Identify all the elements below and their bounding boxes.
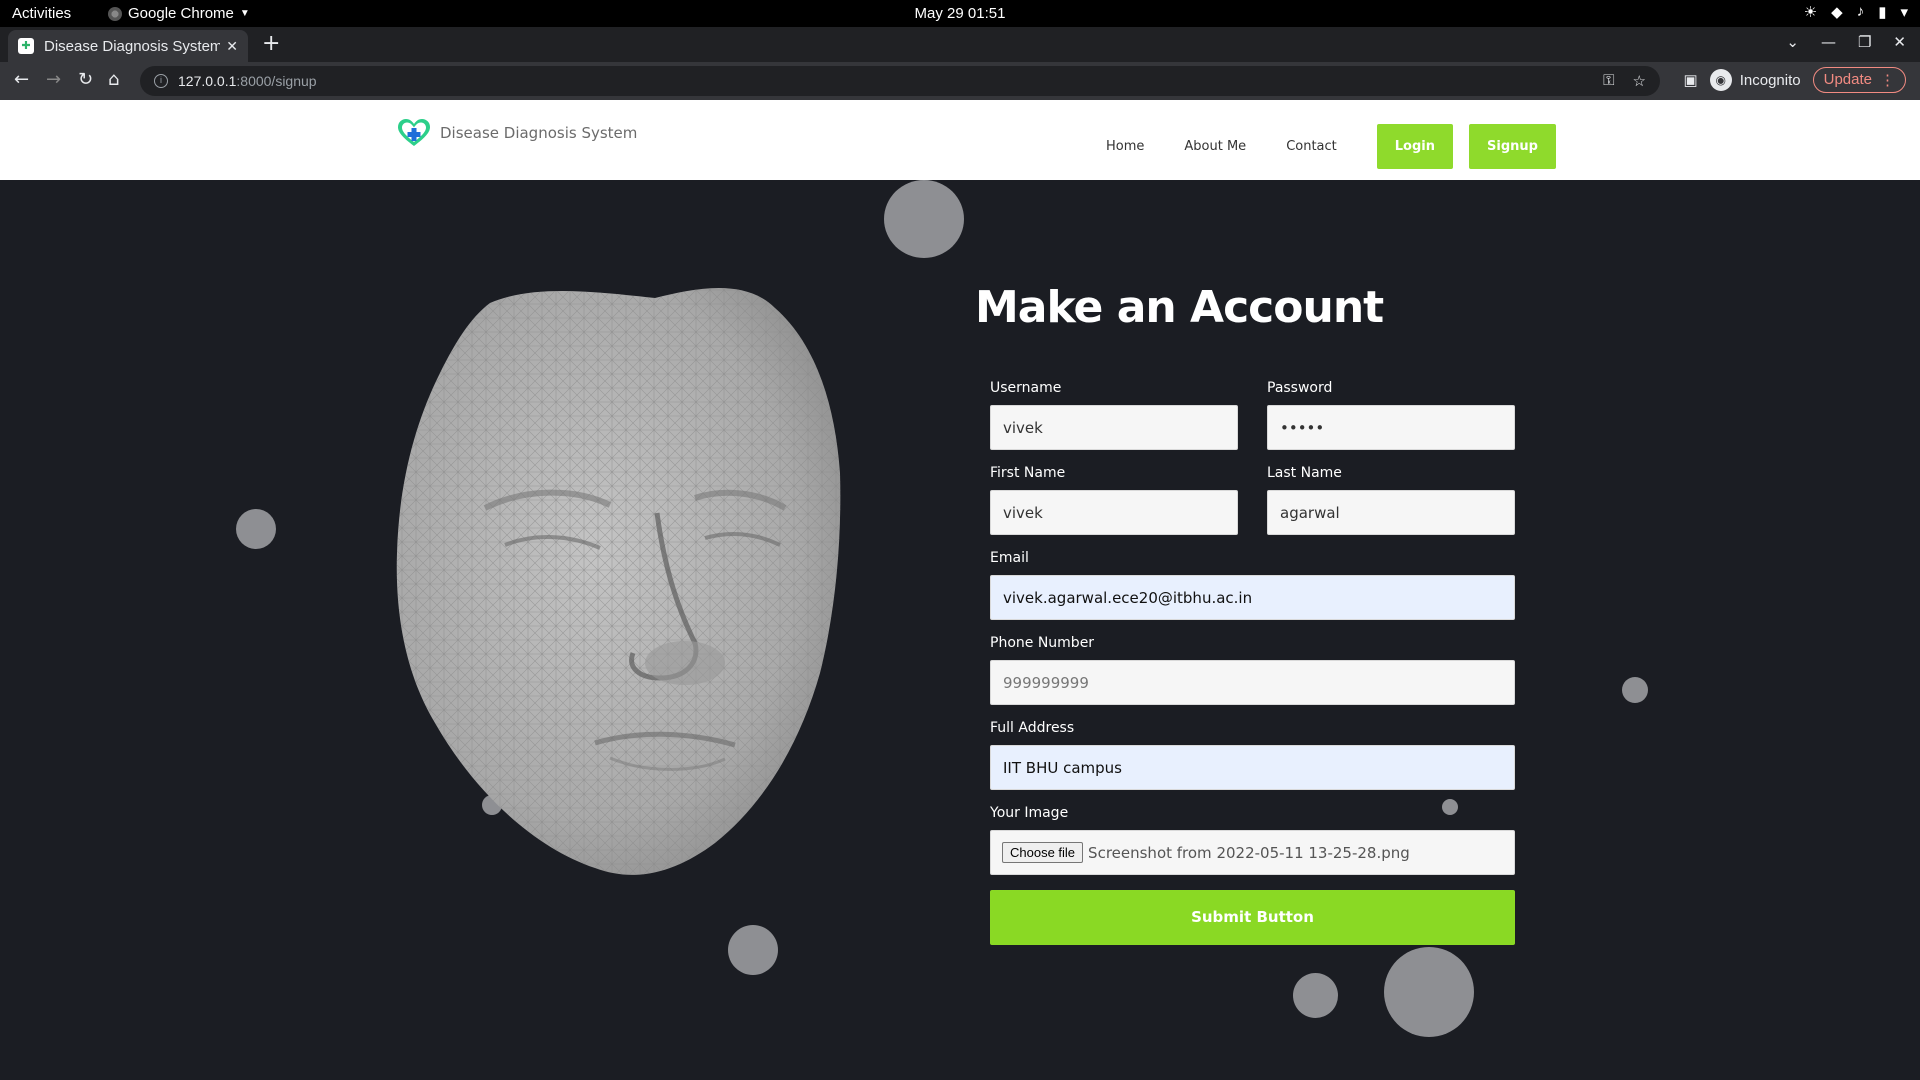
- email-field[interactable]: vivek.agarwal.ece20@itbhu.ac.in: [990, 575, 1515, 620]
- update-label: Update: [1823, 71, 1872, 88]
- image-label: Your Image: [990, 805, 1069, 821]
- decorative-bubble: [884, 180, 964, 258]
- login-button[interactable]: Login: [1376, 124, 1453, 169]
- close-window-icon[interactable]: ✕: [1893, 33, 1906, 51]
- home-icon[interactable]: ⌂: [108, 69, 119, 90]
- update-button[interactable]: Update ⋮: [1812, 67, 1906, 93]
- phone-label: Phone Number: [990, 635, 1095, 651]
- incognito-label: Incognito: [1739, 71, 1801, 89]
- volume-icon: ♪: [1856, 3, 1865, 20]
- power-menu-icon: ▾: [1900, 4, 1908, 21]
- tab-strip: ✚ Disease Diagnosis System ✕ + ⌄ — ❐ ✕: [0, 27, 1920, 62]
- web-page: Disease Diagnosis System Home About Me C…: [0, 100, 1920, 1080]
- tab-close-icon[interactable]: ✕: [226, 38, 238, 55]
- email-label: Email: [990, 550, 1029, 566]
- heart-plus-logo-icon: [398, 119, 430, 146]
- new-tab-button[interactable]: +: [262, 31, 280, 56]
- main-nav: Home About Me Contact Login Signup: [1106, 124, 1556, 169]
- incognito-icon: ◉: [1709, 69, 1732, 91]
- forward-icon[interactable]: →: [46, 69, 61, 90]
- image-file-input[interactable]: Choose file Screenshot from 2022-05-11 1…: [990, 830, 1515, 875]
- nav-about-link[interactable]: About Me: [1184, 139, 1246, 154]
- password-key-icon[interactable]: ⚿: [1603, 72, 1614, 90]
- nav-contact-link[interactable]: Contact: [1286, 139, 1337, 154]
- decorative-bubble: [728, 925, 778, 975]
- decorative-bubble: [1442, 799, 1458, 815]
- tab-title: Disease Diagnosis System: [44, 37, 221, 55]
- first-name-value: vivek: [1003, 503, 1043, 522]
- decorative-bubble: [1622, 677, 1648, 703]
- more-menu-icon: ⋮: [1880, 72, 1895, 89]
- reload-icon[interactable]: ↻: [78, 69, 93, 90]
- side-panel-icon[interactable]: ▣: [1684, 71, 1698, 89]
- brightness-icon: ☀: [1803, 4, 1818, 21]
- password-value: •••••: [1280, 418, 1325, 437]
- brand[interactable]: Disease Diagnosis System: [398, 119, 637, 147]
- phone-field[interactable]: 999999999: [990, 660, 1515, 705]
- username-field[interactable]: vivek: [990, 405, 1238, 450]
- clock[interactable]: May 29 01:51: [0, 5, 1920, 22]
- first-name-field[interactable]: vivek: [990, 490, 1238, 535]
- restore-icon[interactable]: ❐: [1858, 33, 1871, 51]
- site-favicon-icon: ✚: [18, 38, 34, 54]
- incognito-indicator[interactable]: ◉ Incognito: [1709, 69, 1801, 91]
- phone-placeholder: 999999999: [1003, 673, 1089, 692]
- bookmark-star-icon[interactable]: ☆: [1633, 72, 1646, 90]
- site-info-icon[interactable]: i: [154, 74, 168, 88]
- last-name-label: Last Name: [1267, 465, 1342, 481]
- last-name-field[interactable]: agarwal: [1267, 490, 1515, 535]
- email-value: vivek.agarwal.ece20@itbhu.ac.in: [1003, 588, 1253, 607]
- system-tray[interactable]: ☀ ◆ ♪ ▮ ▾: [1804, 3, 1908, 21]
- selected-file-name: Screenshot from 2022-05-11 13-25-28.png: [1088, 843, 1410, 862]
- url-path: :8000/signup: [236, 73, 317, 89]
- minimize-icon[interactable]: —: [1821, 33, 1836, 51]
- password-label: Password: [1267, 380, 1333, 396]
- first-name-label: First Name: [990, 465, 1066, 481]
- url-host: 127.0.0.1: [178, 73, 237, 89]
- signup-button[interactable]: Signup: [1469, 124, 1556, 169]
- choose-file-button[interactable]: Choose file: [1002, 842, 1084, 863]
- last-name-value: agarwal: [1280, 503, 1340, 522]
- brand-name: Disease Diagnosis System: [440, 124, 638, 142]
- tab-active[interactable]: ✚ Disease Diagnosis System ✕: [8, 30, 248, 62]
- back-icon[interactable]: ←: [14, 69, 29, 90]
- tab-search-icon[interactable]: ⌄: [1786, 33, 1799, 51]
- decorative-bubble: [1384, 947, 1474, 1037]
- decorative-bubble: [1293, 973, 1338, 1018]
- face-mesh-illustration: [396, 288, 841, 875]
- username-value: vivek: [1003, 418, 1043, 437]
- submit-button[interactable]: Submit Button: [990, 890, 1515, 945]
- address-bar[interactable]: i 127.0.0.1 :8000/signup ⚿ ☆: [140, 66, 1660, 96]
- password-field[interactable]: •••••: [1267, 405, 1515, 450]
- address-value: IIT BHU campus: [1003, 758, 1122, 777]
- address-label: Full Address: [990, 720, 1075, 736]
- site-header: Disease Diagnosis System Home About Me C…: [0, 100, 1920, 180]
- nav-home-link[interactable]: Home: [1106, 139, 1144, 154]
- window-controls: ⌄ — ❐ ✕: [1786, 33, 1906, 51]
- username-label: Username: [990, 380, 1062, 396]
- battery-icon: ▮: [1878, 4, 1887, 21]
- system-top-bar: Activities Google Chrome ▼ May 29 01:51 …: [0, 0, 1920, 27]
- browser-toolbar: ← → ↻ ⌂ i 127.0.0.1 :8000/signup ⚿ ☆ ▣ ◉…: [0, 62, 1920, 100]
- address-field[interactable]: IIT BHU campus: [990, 745, 1515, 790]
- wifi-icon: ◆: [1831, 4, 1843, 21]
- decorative-bubble: [236, 509, 276, 549]
- page-title: Make an Account: [975, 282, 1384, 333]
